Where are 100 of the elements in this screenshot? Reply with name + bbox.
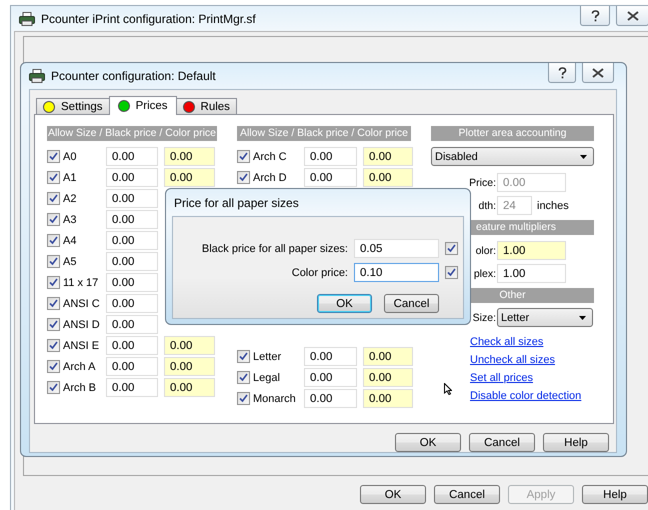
checkbox[interactable] bbox=[47, 318, 60, 331]
tab[interactable]: Prices bbox=[108, 96, 177, 115]
checkbox[interactable] bbox=[237, 150, 250, 163]
multiplier-field[interactable]: 1.00 bbox=[497, 264, 566, 283]
field-label: dth: bbox=[478, 200, 496, 212]
caret-icon bbox=[580, 154, 587, 158]
dropdown[interactable]: Letter bbox=[497, 308, 593, 327]
price-field[interactable]: 0.00 bbox=[106, 357, 158, 376]
checkbox[interactable] bbox=[445, 266, 458, 279]
price-field[interactable]: 0.00 bbox=[106, 168, 158, 187]
checkbox[interactable] bbox=[237, 392, 250, 405]
checkbox[interactable] bbox=[47, 297, 60, 310]
field-label: plex: bbox=[474, 268, 496, 280]
price-field[interactable]: 0.00 bbox=[106, 273, 158, 292]
link[interactable]: Uncheck all sizes bbox=[470, 353, 594, 368]
dropdown[interactable]: Disabled bbox=[431, 147, 594, 166]
dialog-button[interactable]: Cancel bbox=[434, 485, 500, 504]
size-label: Arch C bbox=[252, 150, 288, 162]
dialog-button[interactable]: Help bbox=[582, 485, 648, 504]
field-label: Black price for all paper sizes: bbox=[202, 242, 348, 254]
price-field[interactable]: 0.00 bbox=[106, 315, 158, 334]
printer-icon bbox=[19, 12, 35, 26]
checkbox[interactable] bbox=[47, 339, 60, 352]
section-header: Plotter area accounting bbox=[431, 126, 594, 141]
dialog-button[interactable]: Cancel bbox=[469, 433, 535, 452]
checkbox[interactable] bbox=[237, 350, 250, 363]
field-label: Price: bbox=[469, 176, 496, 188]
price-field[interactable]: 0.00 bbox=[164, 147, 215, 166]
size-label: Legal bbox=[252, 372, 281, 384]
link[interactable]: Disable color detection bbox=[470, 389, 594, 404]
price-field[interactable]: 0.00 bbox=[106, 147, 158, 166]
window-title: Pcounter iPrint configuration: PrintMgr.sf bbox=[41, 12, 256, 26]
close-icon bbox=[626, 10, 638, 20]
price-field[interactable]: 0.00 bbox=[164, 336, 215, 355]
dialog-button[interactable]: Help bbox=[543, 433, 609, 452]
dialog-button[interactable]: OK bbox=[395, 433, 461, 452]
checkbox[interactable] bbox=[47, 171, 60, 184]
column-header: Allow Size / Black price / Color price bbox=[237, 126, 411, 141]
multiplier-field[interactable]: 1.00 bbox=[497, 241, 566, 260]
price-field[interactable]: 0.00 bbox=[164, 168, 215, 187]
checkbox[interactable] bbox=[47, 255, 60, 268]
price-field[interactable]: 0.00 bbox=[106, 189, 158, 208]
size-label: ANSI E bbox=[62, 340, 100, 352]
close-icon bbox=[592, 68, 604, 78]
price-field[interactable]: 0.00 bbox=[106, 252, 158, 271]
price-field[interactable]: 0.00 bbox=[363, 368, 413, 387]
checkbox[interactable] bbox=[237, 171, 250, 184]
dialog-button[interactable]: OK bbox=[360, 485, 426, 504]
price-field[interactable]: 0.00 bbox=[106, 294, 158, 313]
size-label: A1 bbox=[62, 172, 78, 184]
checkbox[interactable] bbox=[47, 234, 60, 247]
unit-label: inches bbox=[537, 200, 569, 212]
help-icon bbox=[558, 66, 566, 78]
dialog-title: Price for all paper sizes bbox=[174, 196, 299, 210]
price-field[interactable]: 0.00 bbox=[304, 347, 357, 366]
price-field[interactable]: 0.00 bbox=[363, 147, 413, 166]
dialog-button[interactable]: OK bbox=[317, 294, 372, 313]
checkbox[interactable] bbox=[445, 242, 458, 255]
link[interactable]: Set all prices bbox=[470, 371, 594, 386]
price-field[interactable]: 0.00 bbox=[363, 347, 413, 366]
checkbox[interactable] bbox=[47, 150, 60, 163]
price-field[interactable]: 0.00 bbox=[363, 168, 413, 187]
link[interactable]: Check all sizes bbox=[470, 335, 594, 350]
price-field[interactable]: 0.00 bbox=[164, 378, 215, 397]
price-field[interactable]: 0.00 bbox=[106, 231, 158, 250]
size-label: ANSI D bbox=[62, 318, 101, 330]
checkbox[interactable] bbox=[47, 276, 60, 289]
size-label: A5 bbox=[62, 256, 78, 268]
price-field[interactable]: 0.00 bbox=[304, 147, 357, 166]
price-field[interactable]: 0.05 bbox=[354, 239, 439, 258]
close-button[interactable] bbox=[616, 6, 648, 26]
size-label: ANSI C bbox=[62, 298, 101, 310]
printer-icon bbox=[29, 69, 45, 83]
price-field[interactable]: 0.10 bbox=[354, 263, 439, 282]
help-button[interactable] bbox=[580, 6, 610, 26]
caret-icon bbox=[579, 316, 586, 320]
price-field[interactable]: 0.00 bbox=[106, 336, 158, 355]
tab[interactable]: Rules bbox=[176, 98, 237, 115]
tab[interactable]: Settings bbox=[36, 98, 110, 115]
price-field[interactable]: 0.00 bbox=[164, 357, 215, 376]
checkbox[interactable] bbox=[237, 371, 250, 384]
dialog-title: Pcounter configuration: Default bbox=[51, 69, 216, 83]
size-label: Arch B bbox=[62, 382, 98, 394]
close-button[interactable] bbox=[582, 63, 614, 83]
size-label: Arch A bbox=[62, 360, 96, 372]
price-field[interactable]: 0.00 bbox=[304, 368, 357, 387]
checkbox[interactable] bbox=[47, 192, 60, 205]
price-field[interactable]: 0.00 bbox=[363, 389, 413, 408]
price-field[interactable]: 0.00 bbox=[304, 168, 357, 187]
checkbox[interactable] bbox=[47, 360, 60, 373]
checkbox[interactable] bbox=[47, 381, 60, 394]
price-field[interactable]: 0.00 bbox=[106, 378, 158, 397]
price-field[interactable]: 0.00 bbox=[304, 389, 357, 408]
field-label: Size: bbox=[472, 312, 496, 324]
help-button[interactable] bbox=[548, 63, 576, 83]
checkbox[interactable] bbox=[47, 213, 60, 226]
dialog-button[interactable]: Cancel bbox=[384, 294, 439, 313]
price-field[interactable]: 0.00 bbox=[106, 210, 158, 229]
size-label: Arch D bbox=[252, 172, 288, 184]
field-label: olor: bbox=[476, 244, 496, 256]
